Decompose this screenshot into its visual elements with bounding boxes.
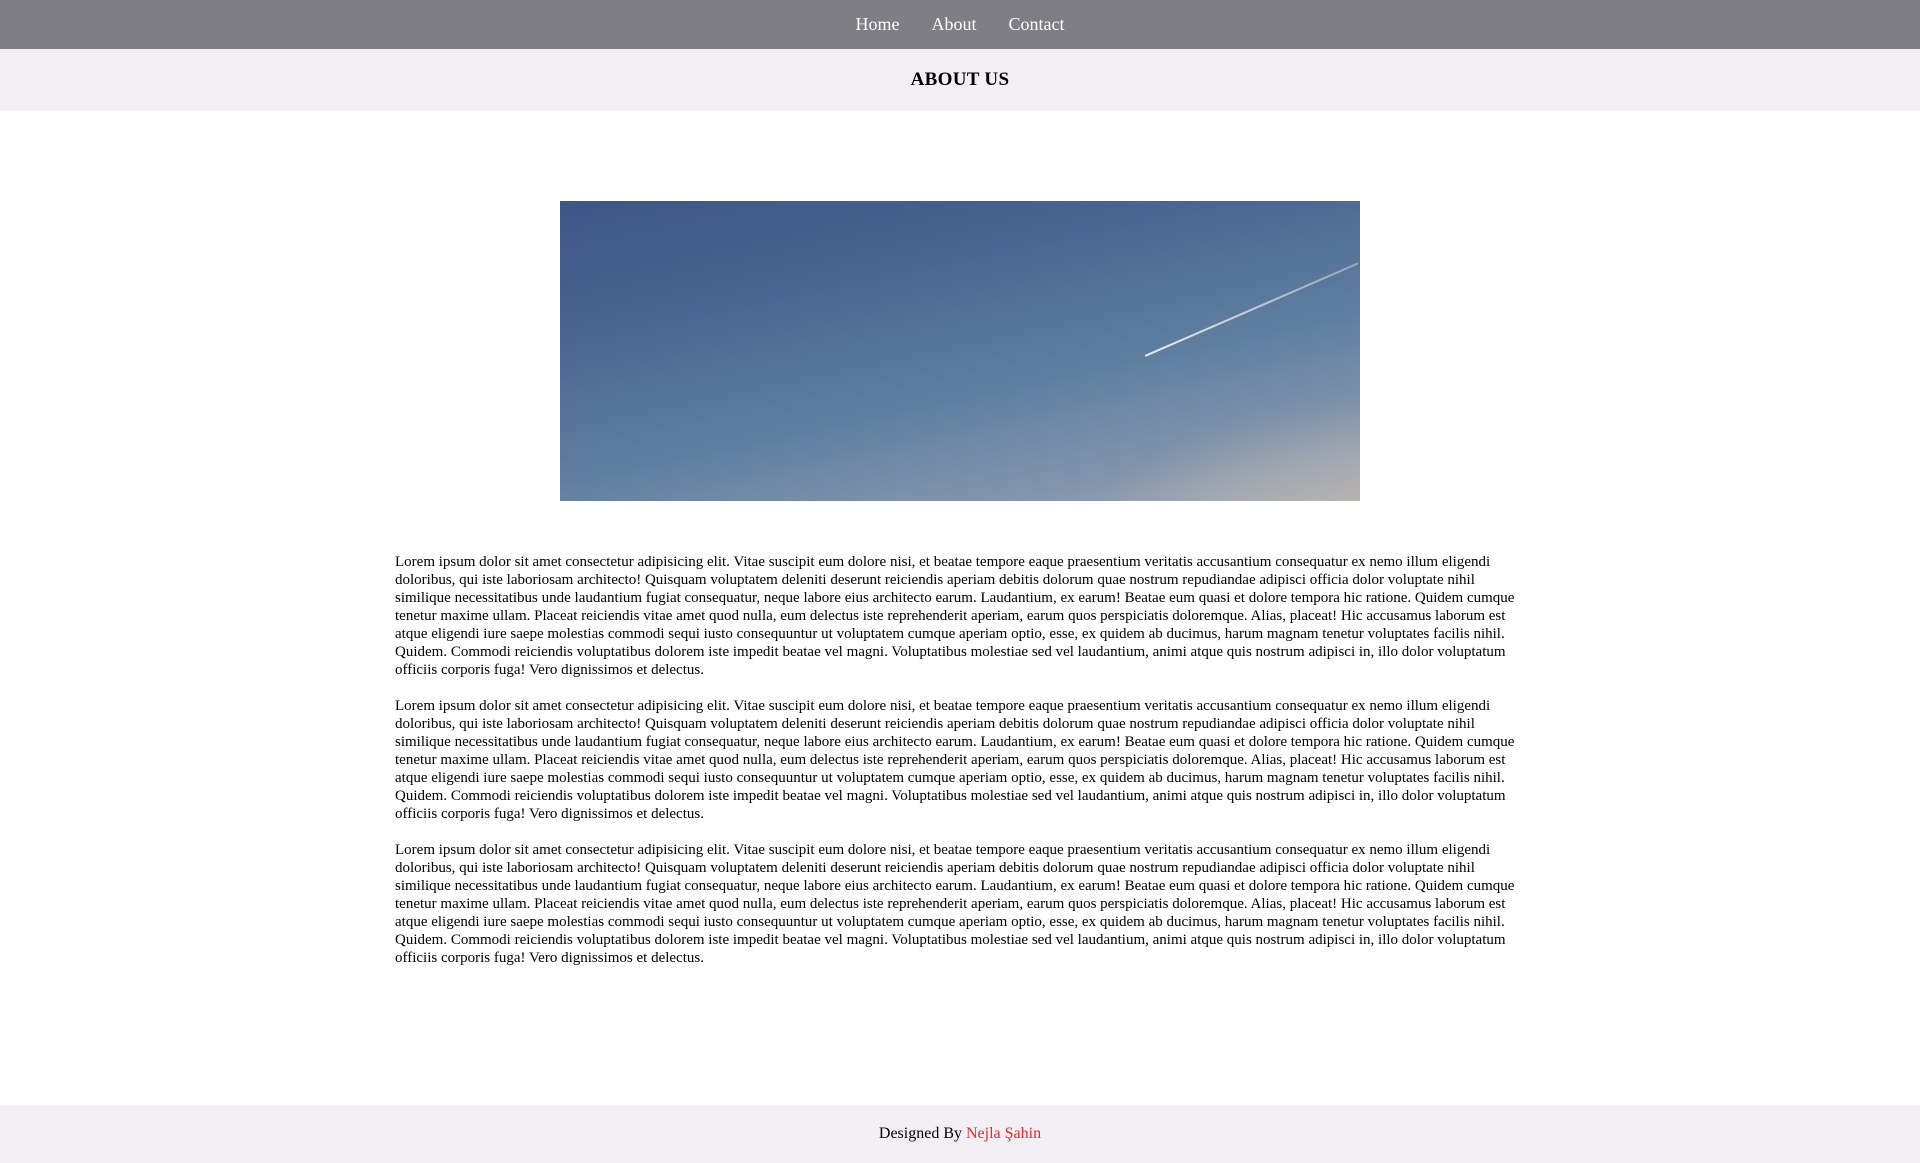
paragraph: Lorem ipsum dolor sit amet consectetur a… — [395, 842, 1515, 966]
paragraph: Lorem ipsum dolor sit amet consectetur a… — [395, 698, 1515, 822]
author-link[interactable]: Nejla Şahin — [966, 1125, 1041, 1143]
hero-sky-image — [560, 201, 1360, 501]
page-header: ABOUT US — [0, 49, 1920, 111]
nav-link-about[interactable]: About — [932, 14, 977, 35]
paragraph: Lorem ipsum dolor sit amet consectetur a… — [395, 554, 1515, 678]
nav-link-contact[interactable]: Contact — [1009, 14, 1065, 35]
nav-link-home[interactable]: Home — [856, 14, 900, 35]
contrail-line — [1144, 262, 1359, 357]
about-content: Lorem ipsum dolor sit amet consectetur a… — [395, 553, 1525, 985]
top-navbar: Home About Contact — [0, 0, 1920, 49]
page-footer: Designed By Nejla Şahin — [0, 1105, 1920, 1163]
page-title: ABOUT US — [910, 69, 1010, 90]
footer-prefix: Designed By — [878, 1125, 962, 1142]
